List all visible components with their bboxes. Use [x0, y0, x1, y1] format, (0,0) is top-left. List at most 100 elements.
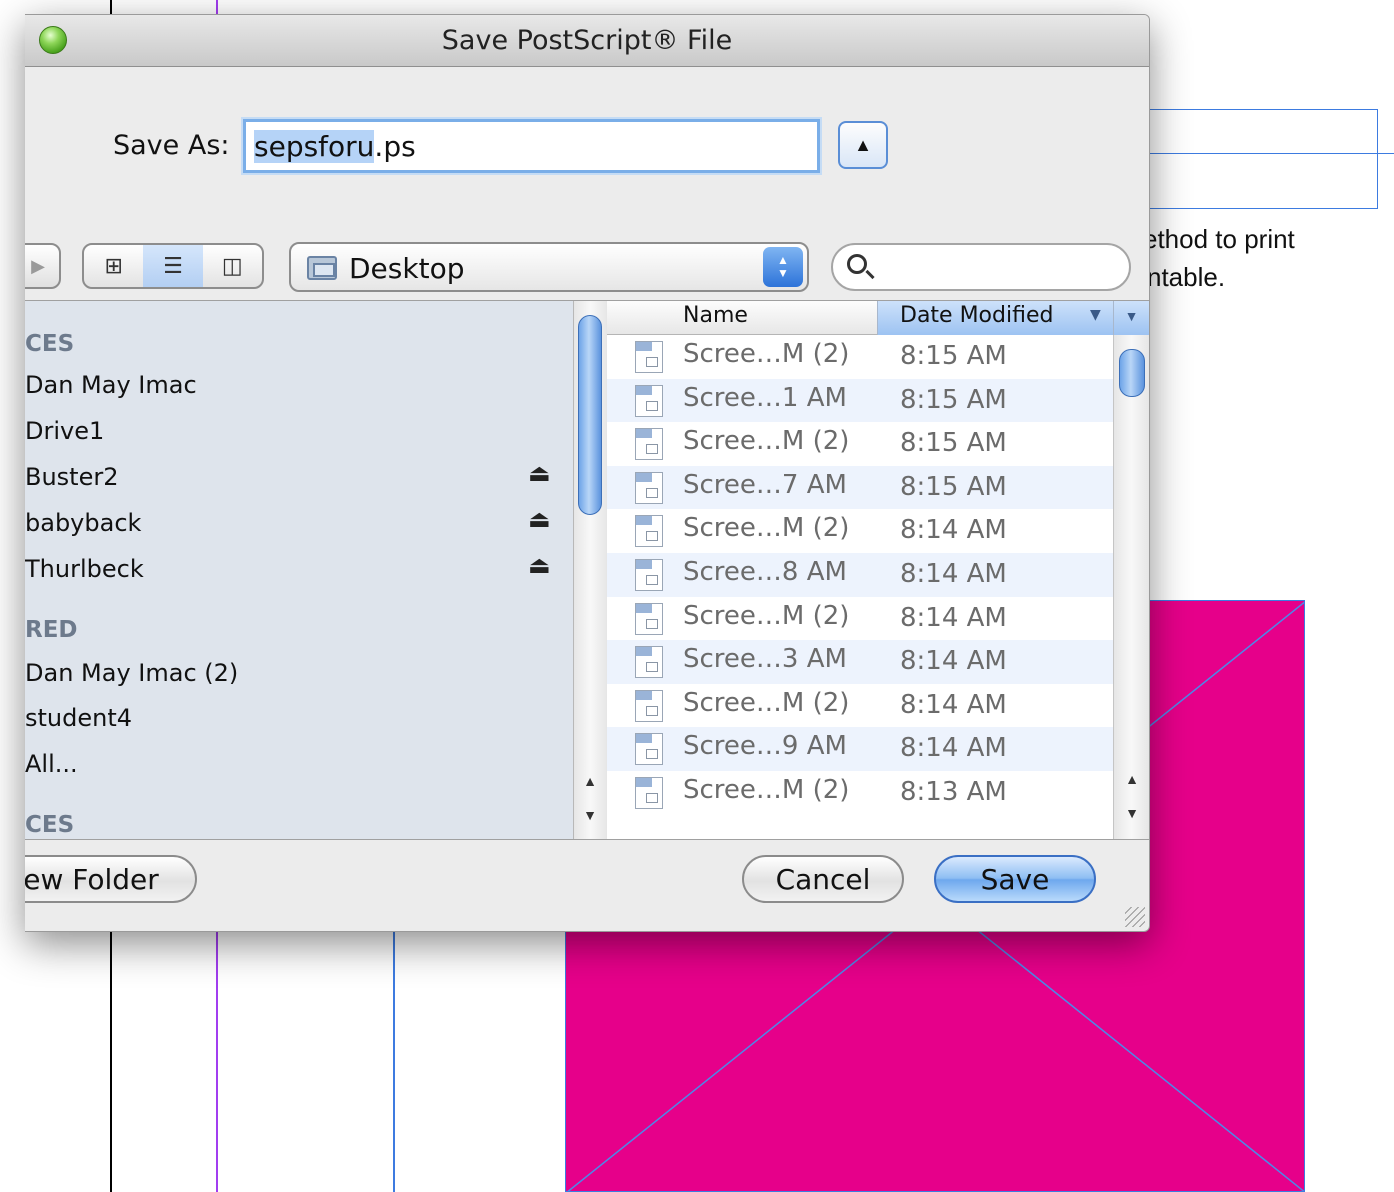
file-name: Scree…M (2) — [683, 339, 850, 369]
browser-toolbar: ▶ ⊞ ☰ ◫ Desktop ▲ ▼ — [25, 228, 1149, 294]
resize-grip-icon[interactable] — [1125, 907, 1145, 927]
sidebar-header-places: CES — [25, 812, 75, 838]
frame-box-outline — [1140, 109, 1378, 209]
sidebar-header-shared: RED — [25, 617, 78, 643]
table-row[interactable]: Scree…9 AM 8:14 AM — [607, 727, 1113, 771]
table-row[interactable]: Scree…M (2) 8:15 AM — [607, 422, 1113, 466]
document-icon — [635, 515, 663, 548]
scroll-down-arrow-icon[interactable]: ▼ — [578, 807, 602, 823]
file-date: 8:15 AM — [900, 428, 1007, 459]
background-text-line1: ethod to print — [1143, 224, 1295, 254]
save-dialog: Save PostScript® File Save As: sepsforu.… — [25, 14, 1150, 932]
table-row[interactable]: Scree…7 AM 8:15 AM — [607, 465, 1113, 510]
file-date: 8:15 AM — [900, 471, 1007, 502]
file-list: Name Date Modified ▼ ▼ Scree…M (2) 8:15 A… — [607, 301, 1149, 839]
file-name: Scree…M (2) — [683, 774, 850, 805]
file-name: Scree…1 AM — [683, 382, 847, 413]
column-header-date-label: Date Modified — [900, 303, 1054, 328]
list-header: Name Date Modified ▼ ▼ — [607, 301, 1149, 335]
grid-icon: ⊞ — [104, 253, 123, 278]
sidebar-item-dan-may-imac-2[interactable]: Dan May Imac (2) — [25, 659, 238, 687]
filename-extension: .ps — [374, 130, 416, 163]
triangle-up-icon: ▲ — [854, 134, 872, 155]
search-input[interactable] — [831, 243, 1131, 291]
dialog-title: Save PostScript® File — [441, 25, 733, 56]
file-date: 8:14 AM — [900, 733, 1007, 764]
table-row[interactable]: Scree…M (2) 8:14 AM — [607, 597, 1113, 641]
icon-view-button[interactable]: ⊞ — [84, 245, 143, 287]
table-row[interactable]: Scree…M (2) 8:13 AM — [607, 771, 1113, 815]
arrow-right-icon: ▶ — [31, 255, 45, 276]
sidebar-item-all[interactable]: All... — [25, 750, 78, 778]
file-date: 8:14 AM — [900, 558, 1007, 589]
location-popup[interactable]: Desktop ▲ ▼ — [289, 242, 809, 292]
guide-line-blue — [393, 900, 395, 1192]
file-list-scroll-thumb[interactable] — [1119, 349, 1145, 397]
view-mode-control: ⊞ ☰ ◫ — [82, 243, 264, 289]
file-date: 8:13 AM — [900, 776, 1007, 807]
table-row[interactable]: Scree…3 AM 8:14 AM — [607, 640, 1113, 684]
sidebar-item-student4[interactable]: student4 — [25, 704, 132, 732]
file-date: 8:14 AM — [900, 515, 1007, 546]
document-icon — [635, 689, 663, 722]
column-header-date-modified[interactable]: Date Modified ▼ — [877, 301, 1113, 335]
sidebar-item-thurlbeck[interactable]: Thurlbeck — [25, 555, 144, 583]
table-row[interactable]: Scree…M (2) 8:15 AM — [607, 335, 1113, 379]
table-row[interactable]: Scree…1 AM 8:15 AM — [607, 378, 1113, 423]
columns-icon: ◫ — [221, 253, 243, 278]
sidebar-item-dan-may-imac[interactable]: Dan May Imac — [25, 371, 197, 399]
file-date: 8:14 AM — [900, 646, 1007, 677]
document-icon — [635, 341, 663, 373]
sidebar-item-drive1[interactable]: Drive1 — [25, 417, 104, 445]
save-as-row: Save As: sepsforu.ps — [25, 116, 1149, 176]
file-name: Scree…M (2) — [683, 687, 850, 718]
frame-box-midline — [1140, 153, 1394, 154]
table-row[interactable]: Scree…M (2) 8:14 AM — [607, 684, 1113, 728]
table-row[interactable]: Scree…8 AM 8:14 AM — [607, 552, 1113, 597]
column-menu-button[interactable]: ▼ — [1113, 301, 1149, 335]
chevron-down-icon: ▼ — [1124, 308, 1139, 324]
sidebar-item-babyback[interactable]: babyback — [25, 509, 141, 537]
document-icon — [635, 384, 663, 417]
list-icon: ☰ — [163, 253, 183, 278]
sidebar-item-buster2[interactable]: Buster2 — [25, 463, 119, 491]
title-bar[interactable]: Save PostScript® File — [25, 15, 1149, 67]
scroll-down-arrow-icon[interactable]: ▼ — [1120, 805, 1144, 821]
scroll-up-arrow-icon[interactable]: ▲ — [1120, 771, 1144, 787]
search-icon — [847, 254, 867, 274]
new-folder-button[interactable]: ew Folder — [25, 855, 197, 903]
filename-input[interactable]: sepsforu.ps — [243, 119, 820, 173]
document-icon — [635, 428, 663, 461]
sort-descending-icon: ▼ — [1090, 307, 1101, 323]
column-header-name[interactable]: Name — [683, 303, 748, 328]
eject-icon[interactable]: ⏏ — [528, 551, 551, 580]
file-browser: CES Dan May Imac Drive1 Buster2 ⏏ babyba… — [25, 300, 1149, 840]
file-list-scrollbar[interactable]: ▲ ▼ — [1113, 335, 1149, 839]
location-label: Desktop — [349, 252, 465, 285]
forward-button[interactable]: ▶ — [25, 243, 61, 289]
file-name: Scree…M (2) — [683, 513, 850, 544]
file-name: Scree…M (2) — [683, 426, 850, 457]
filename-selected-text: sepsforu — [254, 130, 375, 163]
file-date: 8:14 AM — [900, 689, 1007, 720]
sidebar-header-devices: CES — [25, 331, 75, 357]
collapse-dialog-button[interactable]: ▲ — [838, 121, 888, 169]
popup-arrows-icon: ▲ ▼ — [763, 247, 803, 287]
file-name: Scree…9 AM — [683, 731, 847, 762]
eject-icon[interactable]: ⏏ — [528, 505, 551, 534]
file-name: Scree…8 AM — [683, 556, 847, 587]
table-row[interactable]: Scree…M (2) 8:14 AM — [607, 509, 1113, 553]
file-name: Scree…3 AM — [683, 644, 847, 675]
eject-icon[interactable]: ⏏ — [528, 459, 551, 488]
cancel-button[interactable]: Cancel — [742, 855, 904, 903]
file-rows: Scree…M (2) 8:15 AM Scree…1 AM 8:15 AM Scree… — [607, 335, 1113, 815]
list-view-button[interactable]: ☰ — [143, 245, 203, 287]
save-as-label: Save As: — [113, 130, 230, 161]
sidebar: CES Dan May Imac Drive1 Buster2 ⏏ babyba… — [25, 301, 573, 839]
document-icon — [635, 558, 663, 591]
column-view-button[interactable]: ◫ — [203, 245, 262, 287]
sidebar-scroll-thumb[interactable] — [578, 315, 602, 515]
scroll-up-arrow-icon[interactable]: ▲ — [578, 773, 602, 789]
sidebar-scrollbar[interactable]: ▲ ▼ — [573, 301, 607, 839]
save-button[interactable]: Save — [934, 855, 1096, 903]
